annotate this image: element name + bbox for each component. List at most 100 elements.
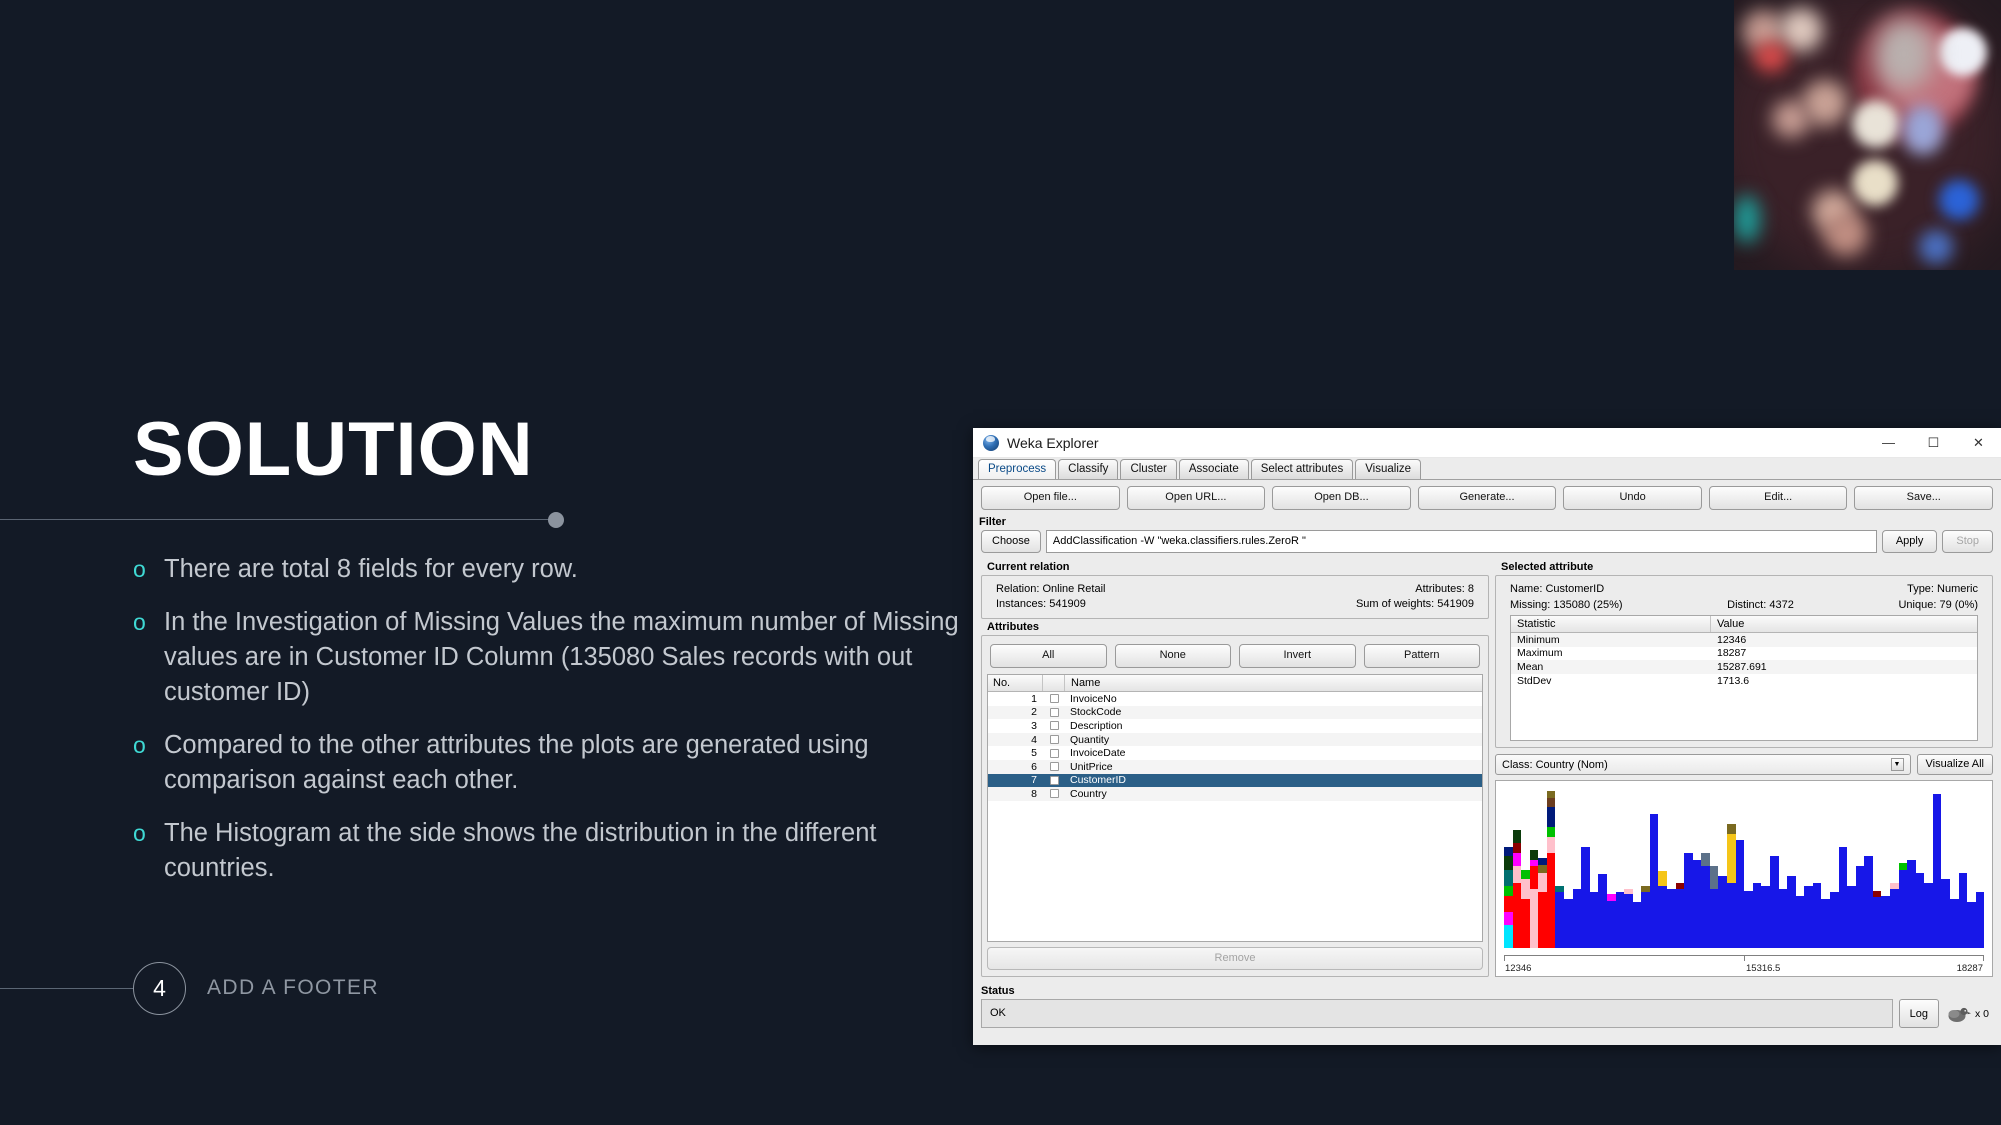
histogram-bar xyxy=(1632,902,1642,948)
histogram-bar xyxy=(1658,871,1667,948)
histogram-bar xyxy=(1675,882,1685,948)
table-row[interactable]: 2 StockCode xyxy=(988,705,1482,720)
statistic-row: StdDev 1713.6 xyxy=(1511,674,1977,688)
row-checkbox[interactable] xyxy=(1043,775,1065,785)
invert-selection-button[interactable]: Invert xyxy=(1239,644,1356,668)
window-title: Weka Explorer xyxy=(1007,434,1099,451)
histogram-bar xyxy=(1606,894,1616,948)
histogram-bar xyxy=(1941,879,1951,948)
histogram-bar-segment xyxy=(1890,889,1899,948)
attribute-histogram[interactable]: 12346 15316.5 18287 xyxy=(1495,780,1993,977)
tab-select-attributes[interactable]: Select attributes xyxy=(1250,459,1354,479)
attributes-box: All None Invert Pattern No. Name 1 Invoic… xyxy=(981,635,1489,977)
save-button[interactable]: Save... xyxy=(1854,486,1994,510)
tab-cluster[interactable]: Cluster xyxy=(1120,459,1177,479)
pattern-button[interactable]: Pattern xyxy=(1363,644,1480,668)
sum-weights-value: 541909 xyxy=(1437,598,1474,610)
tab-associate[interactable]: Associate xyxy=(1178,459,1249,479)
histogram-bar xyxy=(1847,885,1856,948)
close-icon[interactable]: ✕ xyxy=(1956,428,2001,458)
maximize-icon[interactable]: ☐ xyxy=(1911,428,1956,458)
relation-value: Online Retail xyxy=(1042,583,1106,595)
class-select-value: Class: Country (Nom) xyxy=(1502,758,1608,771)
statistic-value: 12346 xyxy=(1717,633,1747,646)
table-row[interactable]: 8 Country xyxy=(988,787,1482,801)
axis-tick xyxy=(1504,956,1505,961)
remove-attribute-button: Remove xyxy=(987,947,1483,970)
tab-visualize[interactable]: Visualize xyxy=(1355,459,1422,479)
log-button[interactable]: Log xyxy=(1898,999,1939,1028)
status-area: OK Log x 0 xyxy=(973,999,2001,1028)
row-attribute-name: InvoiceNo xyxy=(1070,692,1117,705)
histogram-bar xyxy=(1924,882,1933,948)
row-index: 7 xyxy=(1031,774,1037,787)
choose-filter-button[interactable]: Choose xyxy=(981,530,1041,553)
open-db-button[interactable]: Open DB... xyxy=(1272,486,1411,510)
histogram-bar xyxy=(1684,853,1693,948)
histogram-bar-segment xyxy=(1881,895,1891,948)
attr-name-value: CustomerID xyxy=(1545,583,1605,595)
histogram-bar-segment xyxy=(1538,864,1547,873)
table-row[interactable]: 3 Description xyxy=(988,719,1482,733)
histogram-bar xyxy=(1975,892,1985,948)
select-all-button[interactable]: All xyxy=(990,644,1107,668)
edit-button[interactable]: Edit... xyxy=(1708,486,1848,510)
row-index: 6 xyxy=(1031,760,1037,773)
weka-bird-indicator[interactable]: x 0 xyxy=(1945,999,1993,1028)
open-url-button[interactable]: Open URL... xyxy=(1126,486,1266,510)
histogram-bar-segment xyxy=(1658,871,1667,886)
table-row[interactable]: 1 InvoiceNo xyxy=(988,692,1482,706)
apply-filter-button[interactable]: Apply xyxy=(1881,530,1938,553)
attr-distinct-key: Distinct: xyxy=(1727,599,1767,611)
histogram-bar-segment xyxy=(1907,859,1916,948)
filter-row: Choose AddClassification -W "weka.classi… xyxy=(973,530,2001,559)
histogram-bar-segment xyxy=(1598,874,1607,948)
attribute-select-buttons: All None Invert Pattern xyxy=(982,636,1488,674)
histogram-bar-segment xyxy=(1538,872,1547,893)
table-row[interactable]: 5 InvoiceDate xyxy=(988,746,1482,760)
statistic-value: 18287 xyxy=(1717,647,1747,660)
row-attribute-name: InvoiceDate xyxy=(1070,747,1126,760)
sum-weights-key: Sum of weights: xyxy=(1355,598,1435,610)
histogram-bar xyxy=(1555,885,1565,948)
row-checkbox[interactable] xyxy=(1043,721,1065,731)
row-attribute-name: UnitPrice xyxy=(1070,760,1113,773)
row-checkbox[interactable] xyxy=(1043,735,1065,745)
row-checkbox[interactable] xyxy=(1043,748,1065,758)
open-file-button[interactable]: Open file... xyxy=(981,486,1120,510)
bird-count-label: x 0 xyxy=(1974,1007,1989,1020)
class-selector-row: Class: Country (Nom) ▼ Visualize All xyxy=(1495,748,1993,780)
generate-button[interactable]: Generate... xyxy=(1417,486,1557,510)
attr-distinct-value: 4372 xyxy=(1769,599,1794,611)
table-row[interactable]: 6 UnitPrice xyxy=(988,759,1482,774)
histogram-bar-segment xyxy=(1546,836,1556,854)
histogram-bar xyxy=(1649,813,1659,948)
histogram-bar xyxy=(1855,866,1865,948)
table-row[interactable]: 7 CustomerID xyxy=(988,773,1482,788)
tab-classify[interactable]: Classify xyxy=(1058,459,1119,479)
attributes-table[interactable]: No. Name 1 InvoiceNo 2 StockCode 3 Descriptio… xyxy=(987,674,1483,942)
minimize-icon[interactable]: — xyxy=(1866,428,1911,458)
visualize-all-button[interactable]: Visualize All xyxy=(1916,754,1993,775)
row-checkbox[interactable] xyxy=(1043,707,1065,717)
histogram-bar xyxy=(1881,895,1891,948)
column-header-statistic: Statistic xyxy=(1511,616,1711,632)
axis-tick xyxy=(1983,956,1984,961)
chevron-down-icon[interactable]: ▼ xyxy=(1890,758,1904,771)
select-none-button[interactable]: None xyxy=(1114,644,1231,668)
attr-missing-key: Missing: xyxy=(1510,599,1551,611)
attributes-rows: 1 InvoiceNo 2 StockCode 3 Description 4 Quantit… xyxy=(988,692,1482,801)
filter-value-field[interactable]: AddClassification -W "weka.classifiers.r… xyxy=(1045,530,1877,553)
histogram-bar-segment xyxy=(1512,853,1522,867)
row-checkbox[interactable] xyxy=(1043,694,1065,704)
stop-filter-button: Stop xyxy=(1942,530,1993,553)
table-row[interactable]: 4 Quantity xyxy=(988,732,1482,747)
class-select[interactable]: Class: Country (Nom) ▼ xyxy=(1495,754,1911,775)
row-checkbox[interactable] xyxy=(1043,762,1065,772)
row-checkbox[interactable] xyxy=(1043,789,1065,799)
undo-button[interactable]: Undo xyxy=(1563,486,1702,510)
tab-preprocess[interactable]: Preprocess xyxy=(978,459,1057,479)
histogram-bar-segment xyxy=(1521,869,1530,880)
weka-explorer-window: Weka Explorer — ☐ ✕ Preprocess Classify … xyxy=(973,428,2001,1045)
histogram-bar xyxy=(1821,898,1830,948)
